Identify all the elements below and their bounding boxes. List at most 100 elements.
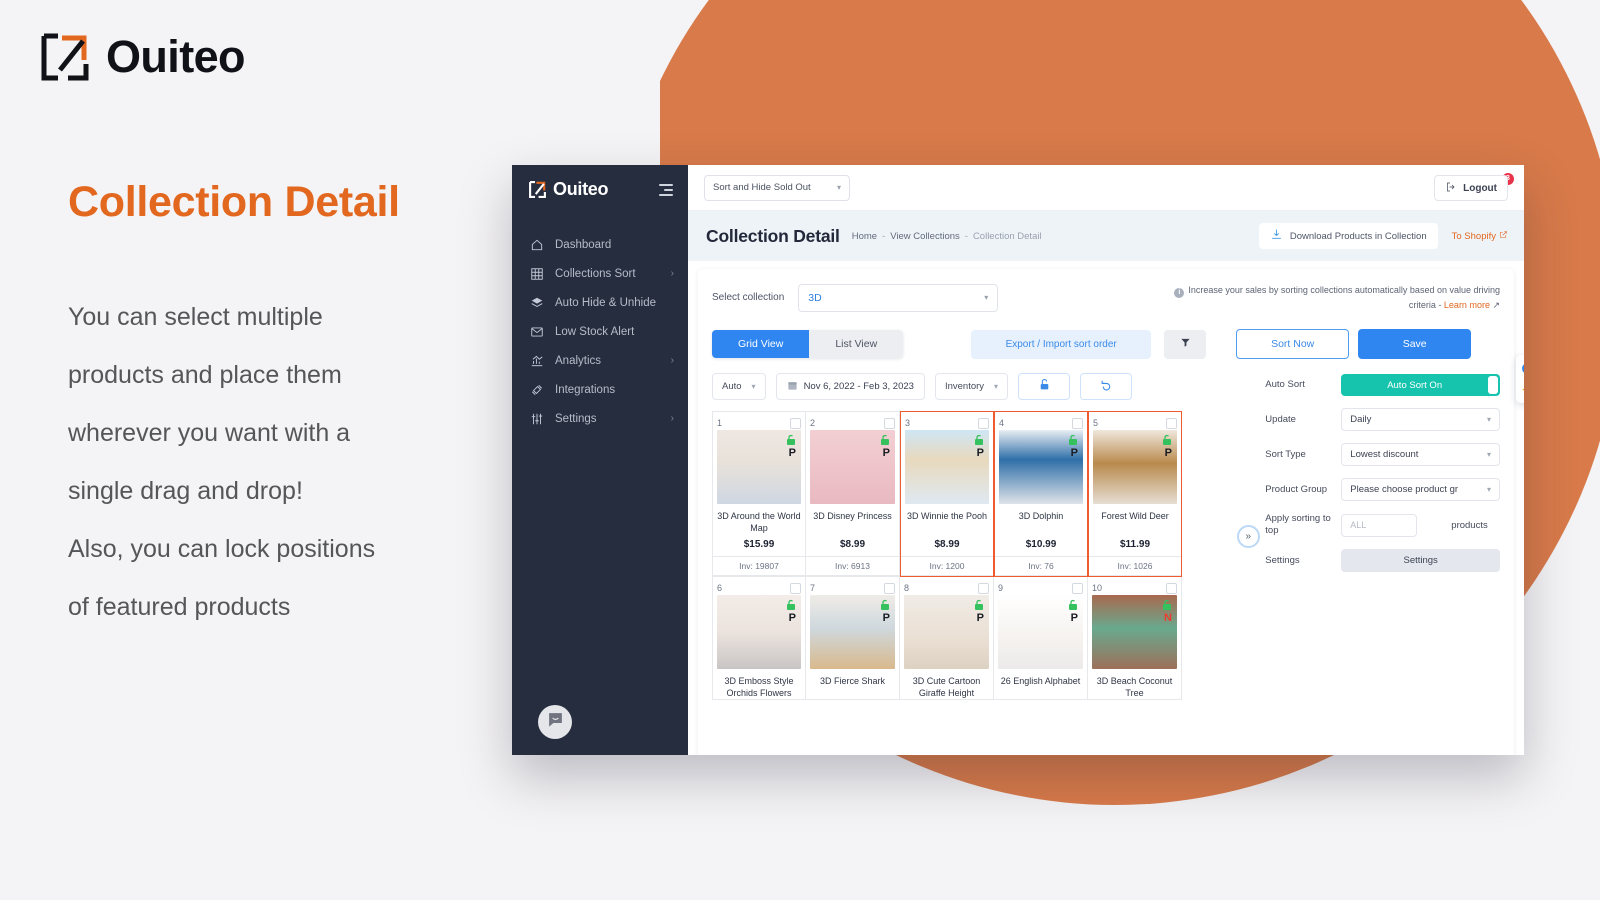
product-image[interactable]: P	[904, 595, 989, 669]
sidebar-item-analytics[interactable]: Analytics ›	[512, 346, 688, 375]
product-lock-toggle[interactable]	[879, 433, 891, 445]
logout-button[interactable]: Logout	[1434, 175, 1508, 201]
help-icon[interactable]: ?	[1519, 360, 1524, 376]
product-card[interactable]: 10 N 3D Beach Coconut Tree	[1088, 577, 1182, 700]
tab-list-view[interactable]: List View	[809, 330, 904, 358]
product-lock-toggle[interactable]	[1161, 598, 1173, 610]
sort-mode-select[interactable]: Auto ▾	[712, 373, 766, 400]
chevron-right-icon: ›	[670, 355, 674, 366]
sort-type-label: Sort Type	[1265, 448, 1306, 460]
filter-button[interactable]	[1164, 329, 1207, 359]
product-name: 26 English Alphabet	[1000, 676, 1081, 686]
product-card[interactable]: 7 P 3D Fierce Shark	[806, 577, 900, 700]
sidebar-item-auto-hide-unhide[interactable]: Auto Hide & Unhide	[512, 288, 688, 317]
product-card[interactable]: 8 P 3D Cute Cartoon Giraffe Height	[900, 577, 994, 700]
product-card[interactable]: 6 P 3D Emboss Style Orchids Flowers	[712, 577, 806, 700]
auto-sort-value: Auto Sort On	[1387, 379, 1443, 391]
product-image[interactable]: N	[1092, 595, 1177, 669]
product-lock-toggle[interactable]	[785, 598, 797, 610]
product-checkbox[interactable]	[884, 417, 895, 429]
product-image[interactable]: P	[1093, 430, 1177, 504]
product-lock-toggle[interactable]	[1067, 433, 1079, 445]
product-checkbox[interactable]	[884, 582, 895, 594]
apply-sorting-input[interactable]: ALL	[1341, 513, 1418, 537]
product-checkbox[interactable]	[978, 582, 989, 594]
product-lock-toggle[interactable]	[973, 598, 985, 610]
mode-select[interactable]: Sort and Hide Sold Out ▾	[704, 174, 850, 201]
product-card[interactable]: 3 P 3D Winnie the Pooh $8.99 Inv: 1200	[900, 411, 994, 577]
select-collection-label: Select collection	[712, 292, 785, 303]
product-name: 3D Disney Princess	[813, 511, 892, 521]
unlock-all-button[interactable]	[1018, 373, 1071, 400]
update-select[interactable]: Daily ▾	[1341, 408, 1500, 431]
product-lock-toggle[interactable]	[1161, 433, 1173, 445]
breadcrumb-view-collections[interactable]: View Collections	[890, 231, 960, 242]
chat-widget-button[interactable]	[538, 705, 572, 739]
product-checkbox[interactable]	[1072, 417, 1083, 429]
download-products-button[interactable]: Download Products in Collection	[1258, 223, 1438, 249]
product-lock-toggle[interactable]	[1067, 598, 1079, 610]
chevron-double-right-icon[interactable]: »	[1236, 525, 1260, 548]
product-image[interactable]: P	[810, 430, 895, 504]
menu-toggle-icon[interactable]	[657, 183, 673, 196]
product-card[interactable]: 4 P 3D Dolphin $10.99 Inv: 76	[994, 411, 1088, 577]
undo-icon	[1100, 378, 1113, 396]
to-shopify-link[interactable]: To Shopify	[1452, 230, 1508, 242]
product-group-select[interactable]: Please choose product gr ▾	[1341, 478, 1500, 501]
settings-button[interactable]: Settings	[1341, 549, 1500, 572]
sidebar-item-settings[interactable]: Settings ›	[512, 404, 688, 433]
sort-type-select[interactable]: Lowest discount ▾	[1341, 443, 1500, 466]
product-checkbox[interactable]	[1072, 582, 1083, 594]
sidebar-item-collections-sort[interactable]: Collections Sort ›	[512, 259, 688, 288]
breadcrumb-home[interactable]: Home	[852, 231, 877, 242]
panel-body: Auto ▾ Nov 6, 2022 - Feb 3, 2023 Invento…	[712, 373, 1500, 700]
product-checkbox[interactable]	[1166, 417, 1177, 429]
sidebar-brand[interactable]: Ouiteo	[528, 179, 609, 200]
tab-grid-view[interactable]: Grid View	[712, 330, 810, 358]
product-lock-toggle[interactable]	[973, 433, 985, 445]
product-lock-toggle[interactable]	[879, 598, 891, 610]
product-lock-toggle[interactable]	[785, 433, 797, 445]
sidebar-item-integrations[interactable]: Integrations	[512, 375, 688, 404]
product-checkbox[interactable]	[1166, 582, 1177, 594]
chat-bubble-icon	[547, 711, 564, 733]
metric-select[interactable]: Inventory ▾	[934, 373, 1009, 400]
toggle-knob	[1488, 376, 1498, 394]
product-inventory: Inv: 1200	[901, 556, 993, 576]
ouiteo-logo-icon-small	[528, 180, 547, 199]
product-image[interactable]: P	[998, 595, 1083, 669]
product-card[interactable]: 5 P Forest Wild Deer $11.99 Inv: 1026	[1088, 411, 1182, 577]
product-card[interactable]: 2 P 3D Disney Princess $8.99 Inv: 6913	[806, 411, 900, 577]
product-price: $10.99	[1025, 539, 1057, 550]
reset-button[interactable]	[1080, 373, 1133, 400]
product-checkbox[interactable]	[978, 417, 989, 429]
collection-select[interactable]: 3D ▾	[798, 283, 999, 312]
apply-sorting-label: Apply sorting to top	[1265, 513, 1331, 536]
star-icon[interactable]	[1519, 382, 1524, 398]
view-toolbar: Grid View List View Export / Import sort…	[712, 329, 1500, 359]
date-range-picker[interactable]: Nov 6, 2022 - Feb 3, 2023	[775, 373, 925, 400]
product-image[interactable]: P	[717, 595, 801, 669]
product-name: 3D Dolphin	[1018, 511, 1064, 521]
product-image[interactable]: P	[999, 430, 1083, 504]
product-card[interactable]: 1 P 3D Around the World Map $15.99 Inv: 1980…	[712, 411, 806, 577]
product-checkbox[interactable]	[790, 417, 801, 429]
auto-sort-toggle[interactable]: Auto Sort On	[1341, 374, 1500, 396]
sidebar-item-low-stock-alert[interactable]: Low Stock Alert	[512, 317, 688, 346]
product-checkbox[interactable]	[790, 582, 801, 594]
product-name: 3D Emboss Style Orchids Flowers	[724, 676, 794, 698]
product-flag: N	[1164, 612, 1172, 624]
sort-now-button[interactable]: Sort Now	[1236, 329, 1350, 359]
product-image[interactable]: P	[810, 595, 895, 669]
save-button[interactable]: Save	[1358, 329, 1472, 359]
mode-select-value: Sort and Hide Sold Out	[713, 182, 811, 193]
product-image[interactable]: P	[905, 430, 989, 504]
product-card[interactable]: 9 P 26 English Alphabet	[994, 577, 1088, 700]
product-image[interactable]: P	[717, 430, 801, 504]
product-inventory: Inv: 76	[995, 556, 1087, 576]
sidebar-item-dashboard[interactable]: Dashboard	[512, 230, 688, 259]
mail-icon	[529, 324, 544, 339]
export-import-button[interactable]: Export / Import sort order	[971, 329, 1152, 359]
product-flag: P	[1070, 447, 1078, 459]
learn-more-link[interactable]: Learn more	[1444, 300, 1490, 310]
